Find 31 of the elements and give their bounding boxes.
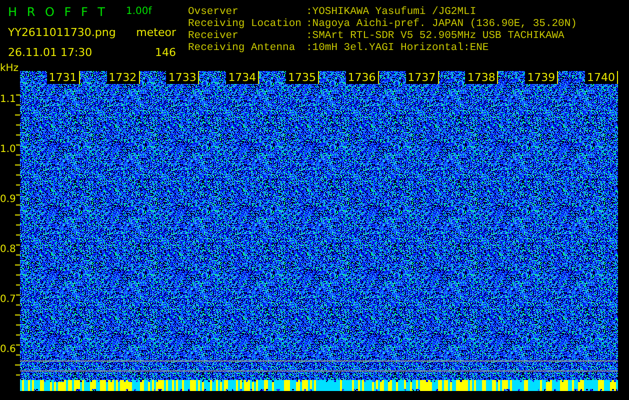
version-label: 1.00f — [126, 5, 153, 17]
time-label: 1734 — [226, 71, 260, 84]
unit-label: kHz — [0, 63, 20, 75]
info-label: Receiving Antenna — [188, 42, 296, 54]
count-label: 146 — [155, 46, 176, 58]
app-title: H R O F F T — [8, 4, 108, 20]
info-value: :YOSHIKAWA Yasufumi /JG2MLI — [306, 6, 478, 18]
time-label: 1738 — [465, 71, 498, 84]
time-label: 1731 — [46, 71, 80, 84]
frequency-label: 0.8 — [0, 245, 15, 257]
info-label: Ovserver — [188, 6, 240, 18]
time-label: 1732 — [106, 71, 140, 84]
frequency-label: 0.6 — [0, 345, 15, 357]
time-label: 1733 — [166, 71, 200, 84]
mode-label: meteor — [136, 26, 176, 38]
filename-label: YY2611011730.png — [8, 26, 116, 38]
time-label: 1735 — [286, 71, 319, 84]
frequency-label: 1.0 — [0, 145, 15, 157]
time-label: 1739 — [525, 71, 558, 84]
info-value: :10mH 3el.YAGI Horizontal:ENE — [306, 42, 490, 54]
frequency-label: 1.1 — [0, 95, 15, 107]
datetime-label: 26.11.01 17:30 — [8, 46, 92, 58]
time-label: 1740 — [584, 71, 618, 84]
info-value: :Nagoya Aichi-pref. JAPAN (136.90E, 35.20N) — [306, 18, 577, 30]
info-label: Receiving Location — [188, 18, 302, 30]
frequency-label: 0.9 — [0, 195, 15, 207]
frequency-label: 0.7 — [0, 295, 15, 307]
info-label: Receiver — [188, 30, 240, 42]
info-value: :SMArt RTL-SDR V5 52.905MHz USB TACHIKAWA — [306, 30, 566, 42]
time-label: 1736 — [346, 71, 379, 84]
time-label: 1737 — [406, 71, 439, 84]
